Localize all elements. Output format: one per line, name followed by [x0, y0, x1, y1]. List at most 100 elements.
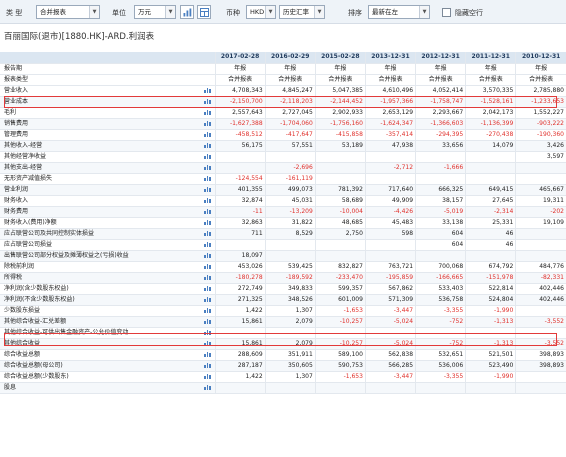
table-row[interactable]: 应占联营公司及共同控制实体损益 711 8,529 2,750 598 604 46 [0, 228, 566, 240]
table-row[interactable]: 无形资产减值损失 -124,554 -161,119 [0, 173, 566, 185]
table-cell: -2,696 [264, 162, 316, 174]
column-header[interactable]: 2010-12-31 [515, 52, 566, 64]
currency-select[interactable]: HKD ▼ [246, 5, 276, 19]
column-header[interactable]: 2017-02-28 [214, 52, 266, 64]
table-row[interactable]: 综合收益总额(少数股东) 1,422 1,307 -1,653 -3,447 -3,355… [0, 371, 566, 383]
bar-chart-icon[interactable] [204, 384, 211, 390]
table-cell: 19,109 [515, 217, 566, 229]
bar-chart-icon[interactable] [204, 340, 211, 346]
bar-chart-icon[interactable] [204, 98, 211, 104]
table-cell: 598 [364, 228, 416, 240]
bar-chart-icon[interactable] [204, 87, 211, 93]
sort-select[interactable]: 最新在左 ▼ [368, 5, 430, 19]
table-row[interactable]: 所得税 -180,278 -189,592 -233,470 -195,859 -166,… [0, 272, 566, 284]
table-cell: 567,862 [364, 283, 416, 295]
table-row[interactable]: 财务费用 -11 -13,209 -10,004 -4,426 -5,019 -2,314-… [0, 206, 566, 218]
table-cell: -124,554 [214, 173, 266, 185]
bar-chart-icon[interactable] [204, 252, 211, 258]
row-label: 净利润(含少数股东权益) [0, 283, 202, 295]
bar-chart-icon[interactable] [204, 142, 211, 148]
table-cell: 15,861 [214, 316, 266, 328]
bar-chart-icon[interactable] [204, 307, 211, 313]
table-row[interactable]: 综合收益总额(母公司) 287,187 350,605 590,753 566,285 5… [0, 360, 566, 372]
bar-chart-icon[interactable] [204, 296, 211, 302]
table-row[interactable]: 净利润(含少数股东权益) 272,749 349,833 599,357 567,862… [0, 283, 566, 295]
bar-chart-icon[interactable] [204, 219, 211, 225]
table-row[interactable]: 营业成本 -2,150,700 -2,118,203 -2,144,452 -1,957… [0, 96, 566, 108]
table-cell: -189,592 [264, 272, 316, 284]
bar-chart-icon[interactable] [204, 230, 211, 236]
bar-chart-icon[interactable] [204, 175, 211, 181]
bar-chart-icon[interactable] [204, 318, 211, 324]
table-cell [364, 327, 416, 339]
table-cell: -1,624,347 [364, 118, 416, 130]
table-cell: 717,640 [364, 184, 416, 196]
table-cell: 2,079 [264, 316, 316, 328]
table-row[interactable]: 营业收入 4,708,343 4,845,247 5,047,385 4,610,496… [0, 85, 566, 97]
bar-chart-icon[interactable] [204, 120, 211, 126]
table-row[interactable]: 营业利润 401,355 499,073 781,392 717,640 666,325 6… [0, 184, 566, 196]
type-select[interactable]: 合并报表 ▼ [36, 5, 100, 19]
bar-chart-icon[interactable] [204, 329, 211, 335]
chart-icon[interactable] [180, 5, 194, 19]
bar-chart-icon[interactable] [204, 362, 211, 368]
table-cell: 48,685 [314, 217, 366, 229]
table-row[interactable]: 财务收入 32,874 45,031 58,689 49,909 38,157 27,645… [0, 195, 566, 207]
bar-chart-icon[interactable] [204, 109, 211, 115]
bar-chart-icon[interactable] [204, 153, 211, 159]
table-cell: 2,785,880 [515, 85, 566, 97]
bar-chart-icon[interactable] [204, 241, 211, 247]
rate-select[interactable]: 历史汇率 ▼ [279, 5, 325, 19]
column-header[interactable]: 2013-12-31 [364, 52, 416, 64]
bar-chart-icon[interactable] [204, 351, 211, 357]
table-row[interactable]: 其他支出-经营 -2,696 -2,712 -1,666 [0, 162, 566, 174]
table-cell: 2,293,667 [415, 107, 466, 119]
column-header[interactable]: 2012-12-31 [415, 52, 466, 64]
table-cell: 56,175 [214, 140, 266, 152]
column-header[interactable]: 2011-12-31 [465, 52, 516, 64]
table-row[interactable]: 综合收益总额 288,609 351,911 589,100 562,838 532,65… [0, 349, 566, 361]
toolbar: 类 型 合并报表 ▼ 单位 万元 ▼ 币种 HKD ▼ 历史汇率 ▼ 排序 最新… [0, 0, 566, 24]
table-row[interactable]: 其他综合收益 15,861 2,079 -10,257 -5,024 -752 -1,313… [0, 338, 566, 350]
bar-chart-icon[interactable] [204, 285, 211, 291]
table-cell: 年报 [314, 63, 366, 75]
table-cell: 2,750 [314, 228, 366, 240]
bar-chart-icon[interactable] [204, 197, 211, 203]
export-icon[interactable] [197, 5, 211, 19]
table-row[interactable]: 净利润(不含少数股东权益) 271,325 348,526 601,009 571,30… [0, 294, 566, 306]
table-cell: -166,665 [415, 272, 466, 284]
bar-chart-icon[interactable] [204, 131, 211, 137]
table-row[interactable]: 毛利 2,557,643 2,727,045 2,902,933 2,653,129 2,… [0, 107, 566, 119]
table-row[interactable]: 销售费用 -1,627,388 -1,704,060 -1,756,160 -1,624… [0, 118, 566, 130]
table-row[interactable]: 少数股东损益 1,422 1,307 -1,653 -3,447 -3,355 -1,990 [0, 305, 566, 317]
bar-chart-icon[interactable] [204, 373, 211, 379]
table-row[interactable]: 股息 [0, 382, 566, 394]
bar-chart-icon[interactable] [204, 186, 211, 192]
table-cell: -5,024 [364, 338, 416, 350]
sort-select-value: 最新在左 [372, 8, 398, 16]
chevron-down-icon: ▼ [89, 6, 99, 18]
table-row[interactable]: 应占联营公司损益 604 46 [0, 239, 566, 251]
bar-chart-icon[interactable] [204, 263, 211, 269]
table-row[interactable]: 其他收入-经营 56,175 57,551 53,189 47,938 33,656 14,… [0, 140, 566, 152]
unit-select[interactable]: 万元 ▼ [134, 5, 176, 19]
bar-chart-icon[interactable] [204, 274, 211, 280]
table-cell: -2,314 [465, 206, 516, 218]
hide-empty-checkbox[interactable] [442, 8, 451, 17]
table-row[interactable]: 其他综合收益-可供出售金融资产-公允价值变动 [0, 327, 566, 339]
row-icon-cell [201, 206, 216, 218]
sort-label: 排序 [348, 9, 362, 17]
table-row[interactable]: 财务收入(费用)净额 32,863 31,822 48,685 45,483 33,138… [0, 217, 566, 229]
table-row[interactable]: 除税前利润 453,026 539,425 832,827 763,721 700,068… [0, 261, 566, 273]
table-row[interactable]: 出售联营公司部分权益及摊薄权益之(亏损)收益 18,097 [0, 250, 566, 262]
table-row[interactable]: 管理费用 -458,512 -417,647 -415,858 -357,414 -294… [0, 129, 566, 141]
table-row[interactable]: 其他综合收益-汇兑差额 15,861 2,079 -10,257 -5,024 -752-… [0, 316, 566, 328]
bar-chart-icon[interactable] [204, 164, 211, 170]
hide-empty-label: 隐藏空行 [455, 9, 483, 17]
column-header[interactable]: 2015-02-28 [314, 52, 366, 64]
bar-chart-icon[interactable] [204, 208, 211, 214]
row-icon-cell [201, 261, 216, 273]
table-row[interactable]: 其他经营净收益 3,597 [0, 151, 566, 163]
column-header[interactable]: 2016-02-29 [264, 52, 316, 64]
table-cell: -1,627,388 [214, 118, 266, 130]
